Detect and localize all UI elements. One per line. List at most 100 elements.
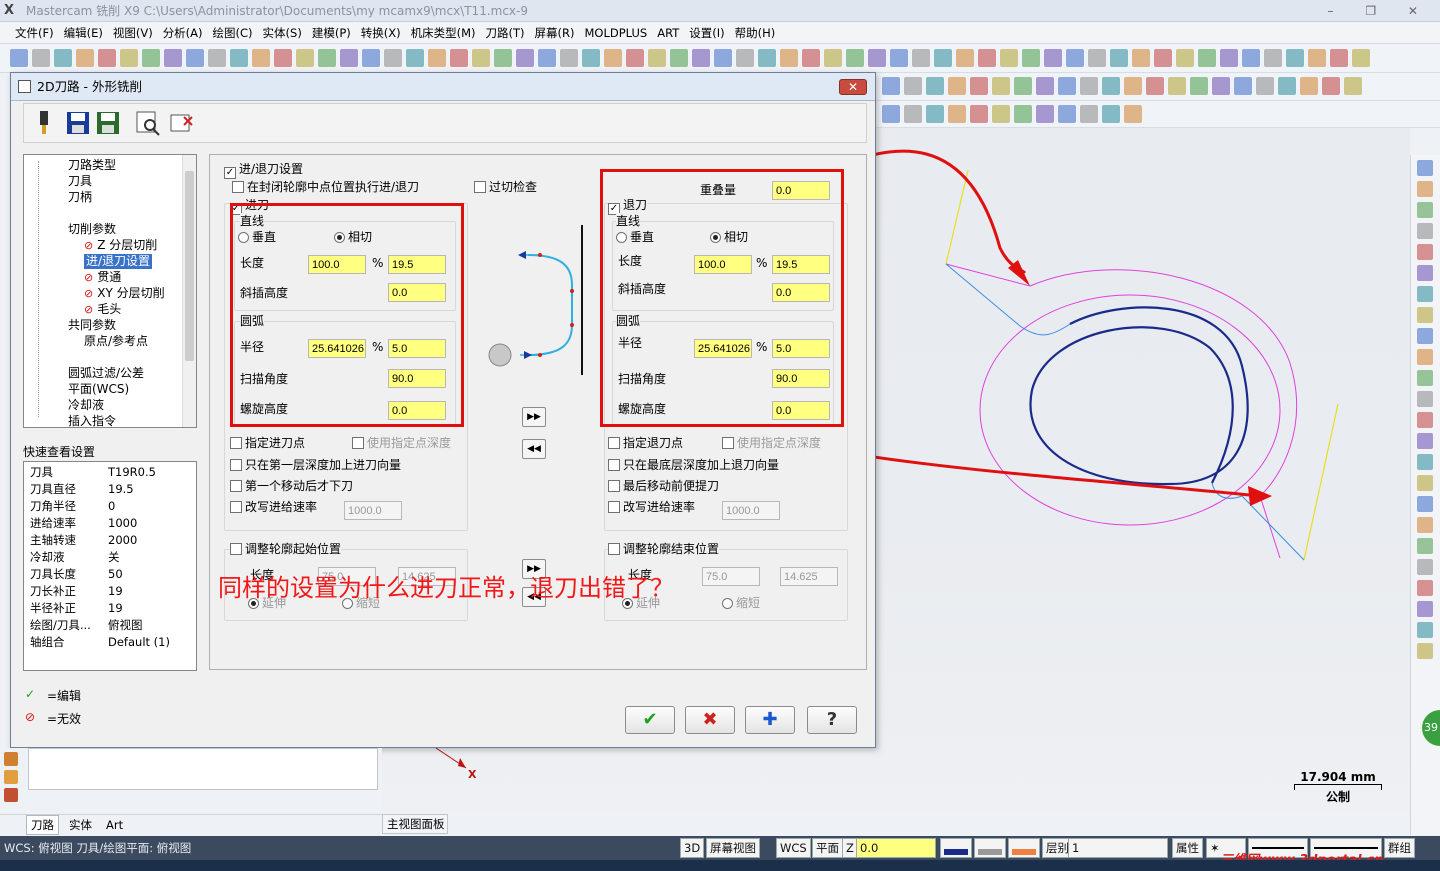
toolbar-tool-icon[interactable] (98, 49, 116, 67)
side-tool-icon[interactable] (1417, 475, 1433, 491)
toolbar-tool-icon[interactable] (1330, 49, 1348, 67)
toolbar-tool-icon[interactable] (450, 49, 468, 67)
toolbar-tool-icon[interactable] (296, 49, 314, 67)
toolbar-tool-icon[interactable] (1220, 49, 1238, 67)
side-tool-icon[interactable] (1417, 559, 1433, 575)
cancel-button[interactable]: ✖ (685, 706, 735, 734)
side-tool-icon[interactable] (1417, 286, 1433, 302)
menu-machine[interactable]: 机床类型(M) (406, 22, 481, 44)
toolbar-tool-icon[interactable] (1036, 77, 1054, 95)
toolbar-tool-icon[interactable] (882, 105, 900, 123)
toolbar-tool-icon[interactable] (340, 49, 358, 67)
toolbar-tool-icon[interactable] (494, 49, 512, 67)
side-tool-icon[interactable] (1417, 181, 1433, 197)
toolbar-tool-icon[interactable] (926, 77, 944, 95)
color-swatch-orange[interactable] (1008, 838, 1040, 858)
color-swatch-gray[interactable] (974, 838, 1006, 858)
tree-item[interactable]: 冷却液 (68, 398, 104, 413)
tree-item[interactable]: 刀具 (68, 174, 92, 189)
toolbar-tool-icon[interactable] (362, 49, 380, 67)
toolbar-tool-icon[interactable] (626, 49, 644, 67)
ok-button[interactable]: ✔ (625, 706, 675, 734)
toolbar-tool-icon[interactable] (868, 49, 886, 67)
tree-item[interactable]: 进/退刀设置 (84, 254, 153, 269)
tree-item[interactable]: 切削参数 (68, 222, 116, 237)
side-tool-icon[interactable] (1417, 370, 1433, 386)
toolbar-tool-icon[interactable] (164, 49, 182, 67)
toolbar-tool-icon[interactable] (956, 49, 974, 67)
side-tool-icon[interactable] (1417, 454, 1433, 470)
toolbar-tool-icon[interactable] (670, 49, 688, 67)
attributes-button[interactable]: 属性 (1172, 838, 1203, 858)
side-tool-icon[interactable] (1417, 265, 1433, 281)
copy-entry-to-exit-button[interactable]: ▶▶ (522, 407, 546, 427)
exit-point-option[interactable]: 指定退刀点 (608, 435, 683, 451)
tree-item[interactable]: 圆弧过滤/公差 (68, 366, 144, 381)
toolbar-tool-icon[interactable] (604, 49, 622, 67)
toolbar-tool-icon[interactable] (472, 49, 490, 67)
solid-icon[interactable] (4, 770, 18, 784)
toolbar-tool-icon[interactable] (736, 49, 754, 67)
wcs-button[interactable]: WCS (776, 838, 811, 858)
toolbar-tool-icon[interactable] (1256, 77, 1274, 95)
toolbar-tool-icon[interactable] (1124, 105, 1142, 123)
toolbar-tool-icon[interactable] (1102, 77, 1120, 95)
help-button[interactable]: ? (807, 706, 857, 734)
menu-screen[interactable]: 屏幕(R) (530, 22, 580, 44)
tab-solids[interactable]: 实体 (65, 816, 96, 834)
adjust-end-value-input[interactable] (780, 567, 838, 586)
adjust-end-pct-input[interactable] (702, 567, 760, 586)
menu-toolpaths[interactable]: 刀路(T) (481, 22, 530, 44)
menu-settings[interactable]: 设置(I) (684, 22, 729, 44)
z-depth-input[interactable]: 0.0 (856, 838, 936, 858)
menu-art[interactable]: ART (652, 22, 684, 44)
save-default-icon[interactable] (94, 109, 122, 137)
entry-override-feed-option[interactable]: 改写进给速率 (230, 499, 317, 515)
toolbar-tool-icon[interactable] (846, 49, 864, 67)
toolbar-tool-icon[interactable] (10, 49, 28, 67)
toolbar-tool-icon[interactable] (824, 49, 842, 67)
side-tool-icon[interactable] (1417, 328, 1433, 344)
toolbar-tool-icon[interactable] (1058, 105, 1076, 123)
tree-scrollbar[interactable] (182, 155, 196, 427)
save-icon[interactable] (64, 109, 92, 137)
toolbar-tool-icon[interactable] (274, 49, 292, 67)
adjust-end-shorten-radio[interactable]: 缩短 (722, 595, 760, 611)
tree-item[interactable]: 原点/参考点 (84, 334, 148, 349)
exit-last-move-option[interactable]: 最后移动前便提刀 (608, 478, 719, 494)
toolbar-tool-icon[interactable] (970, 77, 988, 95)
toolbar-tool-icon[interactable] (1308, 49, 1326, 67)
exit-override-feed-option[interactable]: 改写进给速率 (608, 499, 695, 515)
toolbar-tool-icon[interactable] (1146, 77, 1164, 95)
color-swatch-blue[interactable] (940, 838, 972, 858)
tree-item[interactable]: ⊘ Z 分层切削 (84, 238, 157, 253)
toolbar-tool-icon[interactable] (992, 105, 1010, 123)
tool-select-icon[interactable] (30, 109, 58, 137)
entry-first-move-option[interactable]: 第一个移动后才下刀 (230, 478, 353, 494)
tree-item[interactable]: 平面(WCS) (68, 382, 129, 397)
toolbar-tool-icon[interactable] (1088, 49, 1106, 67)
toolbar-tool-icon[interactable] (926, 105, 944, 123)
entry-override-feed-input[interactable] (344, 501, 402, 520)
menu-model[interactable]: 建模(P) (307, 22, 356, 44)
dialog-title-bar[interactable]: 2D刀路 - 外形铣削 (11, 73, 875, 101)
side-tool-icon[interactable] (1417, 538, 1433, 554)
toolbar-tool-icon[interactable] (948, 105, 966, 123)
side-tool-icon[interactable] (1417, 622, 1433, 638)
toolbar-tool-icon[interactable] (1278, 77, 1296, 95)
toolbar-tool-icon[interactable] (780, 49, 798, 67)
toolbar-tool-icon[interactable] (120, 49, 138, 67)
exit-use-depth-option[interactable]: 使用指定点深度 (722, 435, 821, 451)
menu-draw[interactable]: 绘图(C) (208, 22, 258, 44)
regen-icon[interactable] (4, 788, 18, 802)
toolbar-tool-icon[interactable] (992, 77, 1010, 95)
toolbar-tool-icon[interactable] (970, 105, 988, 123)
side-tool-icon[interactable] (1417, 349, 1433, 365)
toolbar-tool-icon[interactable] (1322, 77, 1340, 95)
side-tool-icon[interactable] (1417, 643, 1433, 659)
toolbar-tool-icon[interactable] (1176, 49, 1194, 67)
toolbar-tool-icon[interactable] (1066, 49, 1084, 67)
toolbar-tool-icon[interactable] (1264, 49, 1282, 67)
tree-item[interactable]: 刀柄 (68, 190, 92, 205)
dialog-close-button[interactable]: ✕ (839, 79, 867, 95)
